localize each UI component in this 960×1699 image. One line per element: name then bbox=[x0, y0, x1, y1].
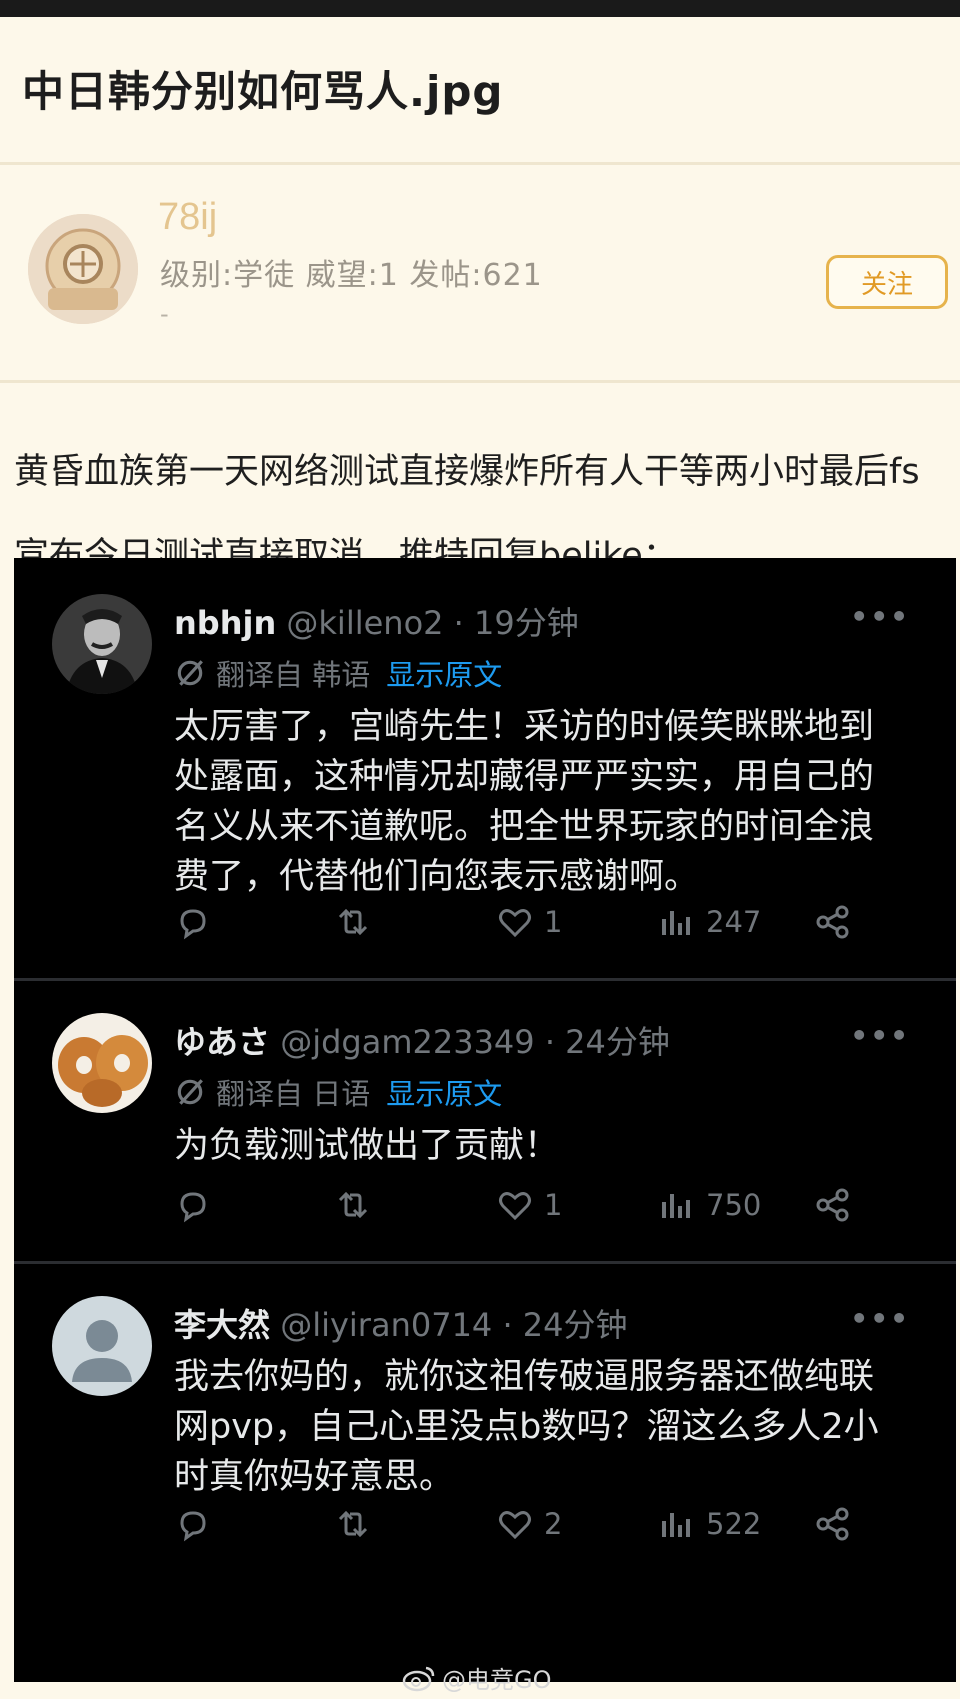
like-button[interactable]: 1 bbox=[496, 1181, 562, 1229]
tweet-actions: 1 247 bbox=[174, 898, 904, 946]
default-user-icon bbox=[52, 1296, 152, 1396]
views-chart-icon bbox=[662, 911, 690, 935]
tweet-header: ゆあさ @jdgam223349 · 24分钟 bbox=[174, 1017, 670, 1063]
retweet-button[interactable] bbox=[334, 1500, 372, 1548]
watermark: @电竞GO bbox=[402, 1660, 552, 1695]
more-options-icon[interactable]: ••• bbox=[850, 600, 910, 633]
reply-button[interactable] bbox=[174, 898, 212, 946]
tweet-avatar[interactable] bbox=[52, 594, 152, 694]
view-count: 522 bbox=[706, 1507, 762, 1541]
share-icon bbox=[816, 905, 849, 939]
views-chart-icon bbox=[662, 1194, 690, 1218]
show-original-link[interactable]: 显示原文 bbox=[386, 1071, 502, 1113]
tweet-actions: 2 522 bbox=[174, 1500, 904, 1548]
like-button[interactable]: 2 bbox=[496, 1500, 562, 1548]
translation-notice: 翻译自 韩语 显示原文 bbox=[174, 652, 502, 694]
tweet-avatar[interactable] bbox=[52, 1296, 152, 1396]
more-options-icon[interactable]: ••• bbox=[850, 1019, 910, 1052]
portrait-photo-icon bbox=[52, 594, 152, 694]
tweet-time[interactable]: · 24分钟 bbox=[502, 1306, 627, 1344]
author-stats: 级别:学徒 威望:1 发帖:621 bbox=[160, 258, 543, 293]
share-button[interactable] bbox=[814, 898, 852, 946]
share-icon bbox=[816, 1188, 849, 1222]
reply-button[interactable] bbox=[174, 1181, 212, 1229]
view-count: 247 bbox=[706, 905, 762, 939]
tweet-header: nbhjn @killeno2 · 19分钟 bbox=[174, 598, 579, 644]
diving-helmet-icon bbox=[28, 214, 138, 324]
views-chart-icon bbox=[662, 1513, 690, 1537]
tweet-author-name[interactable]: ゆあさ bbox=[174, 1023, 270, 1061]
retweet-button[interactable] bbox=[334, 1181, 372, 1229]
views-button[interactable]: 522 bbox=[658, 1500, 761, 1548]
tweet-header: 李大然 @liyiran0714 · 24分钟 bbox=[174, 1300, 628, 1346]
tweet-author-name[interactable]: 李大然 bbox=[174, 1306, 270, 1344]
translate-icon bbox=[177, 660, 203, 686]
tweet-item: ゆあさ @jdgam223349 · 24分钟 ••• 翻译自 日语 显示原文 … bbox=[14, 981, 956, 1261]
translated-from-label: 翻译自 韩语 bbox=[216, 658, 371, 692]
weibo-logo-icon bbox=[402, 1666, 435, 1691]
tweet-handle[interactable]: @liyiran0714 bbox=[280, 1306, 492, 1344]
like-count: 2 bbox=[544, 1507, 563, 1541]
author-username[interactable]: 78ij bbox=[158, 196, 217, 239]
author-avatar[interactable] bbox=[28, 214, 138, 324]
translation-notice: 翻译自 日语 显示原文 bbox=[174, 1071, 502, 1113]
divider bbox=[0, 162, 960, 165]
divider bbox=[0, 380, 960, 383]
view-count: 750 bbox=[706, 1188, 762, 1222]
tweet-text: 我去你妈的，就你这祖传破逼服务器还做纯联网pvp，自己心里没点b数吗？溜这么多人… bbox=[174, 1357, 879, 1497]
tweet-item: 李大然 @liyiran0714 · 24分钟 ••• 我去你妈的，就你这祖传破… bbox=[14, 1264, 956, 1664]
retweet-icon bbox=[338, 1510, 368, 1538]
reply-icon bbox=[180, 1511, 206, 1542]
bagel-photo-icon bbox=[52, 1013, 152, 1113]
page-title: 中日韩分别如何骂人.jpg bbox=[22, 67, 504, 116]
tweet-text: 太厉害了，宫崎先生！采访的时候笑眯眯地到处露面，这种情况却藏得严严实实，用自己的… bbox=[174, 707, 875, 897]
heart-icon bbox=[499, 1192, 531, 1221]
watermark-text: @电竞GO bbox=[442, 1666, 552, 1694]
views-button[interactable]: 247 bbox=[658, 898, 761, 946]
retweet-icon bbox=[338, 908, 368, 936]
translate-icon bbox=[177, 1079, 203, 1105]
tweet-handle[interactable]: @killeno2 bbox=[286, 604, 443, 642]
embedded-screenshot: nbhjn @killeno2 · 19分钟 ••• 翻译自 韩语 显示原文 太… bbox=[14, 558, 956, 1682]
like-count: 1 bbox=[544, 905, 563, 939]
like-count: 1 bbox=[544, 1188, 563, 1222]
share-icon bbox=[816, 1507, 849, 1541]
tweet-time[interactable]: · 24分钟 bbox=[545, 1023, 670, 1061]
author-extra: - bbox=[160, 300, 169, 328]
reply-button[interactable] bbox=[174, 1500, 212, 1548]
tweet-time[interactable]: · 19分钟 bbox=[454, 604, 579, 642]
retweet-icon bbox=[338, 1191, 368, 1219]
heart-icon bbox=[499, 1511, 531, 1540]
more-options-icon[interactable]: ••• bbox=[850, 1302, 910, 1335]
tweet-text: 为负载测试做出了贡献！ bbox=[174, 1126, 560, 1166]
reply-icon bbox=[180, 1192, 206, 1223]
retweet-button[interactable] bbox=[334, 898, 372, 946]
tweet-actions: 1 750 bbox=[174, 1181, 904, 1229]
heart-icon bbox=[499, 909, 531, 938]
tweet-author-name[interactable]: nbhjn bbox=[174, 604, 276, 642]
reply-icon bbox=[180, 909, 206, 940]
tweet-handle[interactable]: @jdgam223349 bbox=[280, 1023, 534, 1061]
follow-button[interactable]: 关注 bbox=[826, 255, 948, 309]
share-button[interactable] bbox=[814, 1181, 852, 1229]
tweet-avatar[interactable] bbox=[52, 1013, 152, 1113]
status-bar bbox=[0, 0, 960, 17]
tweet-item: nbhjn @killeno2 · 19分钟 ••• 翻译自 韩语 显示原文 太… bbox=[14, 558, 956, 978]
views-button[interactable]: 750 bbox=[658, 1181, 761, 1229]
share-button[interactable] bbox=[814, 1500, 852, 1548]
like-button[interactable]: 1 bbox=[496, 898, 562, 946]
show-original-link[interactable]: 显示原文 bbox=[386, 652, 502, 694]
translated-from-label: 翻译自 日语 bbox=[216, 1077, 371, 1111]
